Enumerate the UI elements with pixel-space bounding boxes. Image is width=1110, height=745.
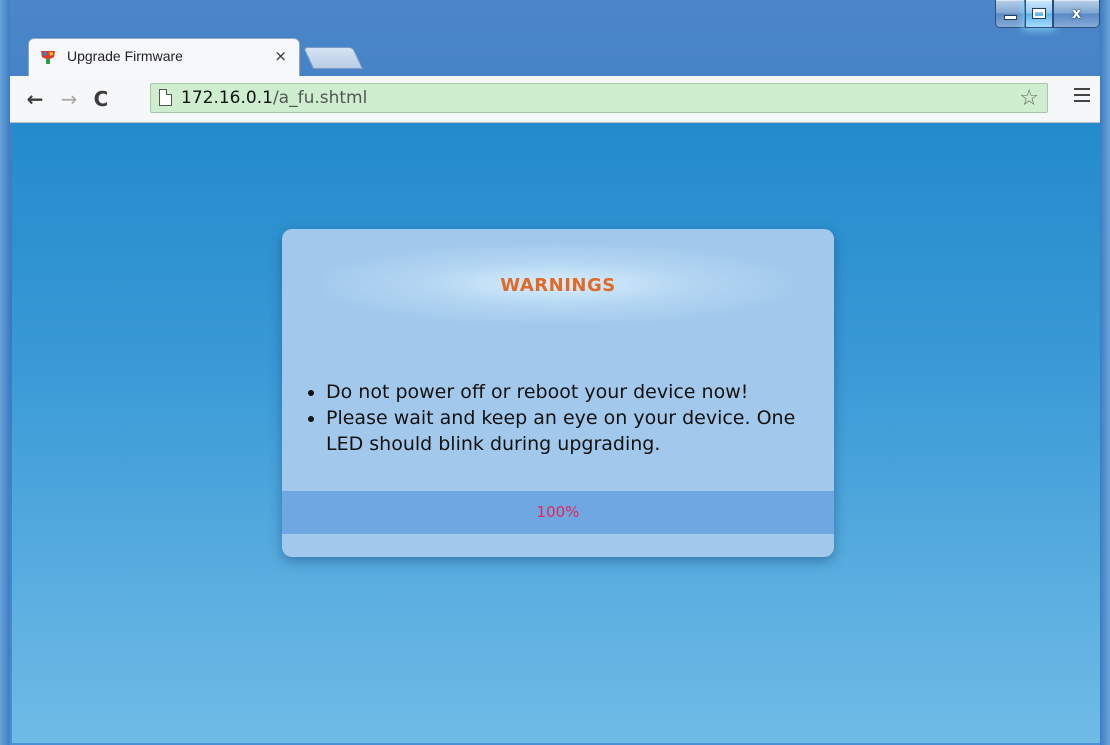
progress-label: 100% [536,503,580,521]
back-button[interactable]: ← [22,86,48,112]
maximize-button[interactable] [1025,0,1053,28]
reload-icon: C [93,87,109,111]
dialog-title: WARNINGS [500,275,616,296]
browser-window: x Upgrade Firmware × ← → C 172.16.0.1/a_… [0,0,1110,745]
new-tab-button[interactable] [302,47,364,69]
window-frame-left [0,0,10,745]
hamburger-menu-icon [1074,88,1090,102]
tab-upgrade-firmware[interactable]: Upgrade Firmware × [28,38,300,76]
url-path: /a_fu.shtml [272,88,368,108]
tab-close-icon[interactable]: × [274,47,287,65]
forward-button[interactable]: → [56,86,82,112]
warning-dialog: WARNINGS Do not power off or reboot your… [282,229,834,557]
upgrade-progress-bar: 100% [282,491,834,534]
tab-title: Upgrade Firmware [67,48,183,64]
warning-item: Do not power off or reboot your device n… [326,379,834,405]
bookmark-star-icon[interactable]: ☆ [1019,86,1039,111]
page-content: WARNINGS Do not power off or reboot your… [12,123,1100,743]
window-close-button[interactable]: x [1053,0,1100,28]
browser-menu-button[interactable] [1074,88,1090,104]
reload-button[interactable]: C [88,86,114,112]
warning-item: Please wait and keep an eye on your devi… [326,405,834,457]
minimize-icon [1003,15,1017,20]
arrow-right-icon: → [60,87,78,111]
window-frame-right [1100,0,1110,745]
window-caption-buttons: x [995,0,1100,34]
url-text[interactable]: 172.16.0.1/a_fu.shtml [181,88,367,108]
close-icon: x [1071,5,1082,22]
browser-toolbar: ← → C 172.16.0.1/a_fu.shtml ☆ [10,76,1100,123]
page-icon [159,89,172,106]
minimize-button[interactable] [995,0,1025,28]
address-bar[interactable]: 172.16.0.1/a_fu.shtml ☆ [150,83,1048,113]
maximize-icon [1032,8,1046,19]
warning-list: Do not power off or reboot your device n… [306,379,834,457]
arrow-left-icon: ← [26,87,44,111]
url-host: 172.16.0.1 [181,88,273,108]
router-favicon-icon [41,51,55,64]
